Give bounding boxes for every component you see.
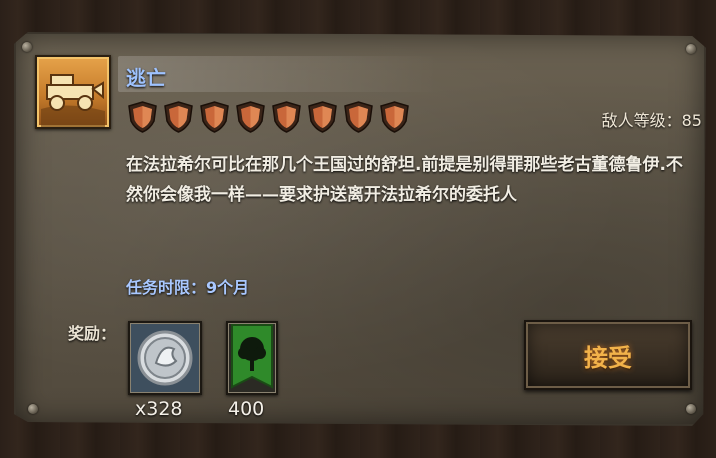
accept-button-label: 接受 (584, 343, 632, 372)
shield-icon (342, 101, 375, 133)
wagon-icon (35, 55, 111, 129)
rewards-label: 奖励： (68, 324, 117, 343)
silver-coin-icon (137, 330, 193, 386)
reward-silver-coin[interactable] (128, 321, 202, 395)
shield-icon (306, 101, 339, 133)
shield-icon (234, 101, 267, 133)
reward-count-banner: 400 (228, 398, 265, 420)
quest-description: 在法拉希尔可比在那几个王国过的舒坦.前提是别得罪那些老古董德鲁伊.不然你会像我一… (126, 155, 683, 205)
rivet-icon (22, 42, 32, 52)
shield-icon (198, 101, 231, 133)
rivet-icon (28, 404, 38, 414)
shield-icon (162, 101, 195, 133)
quest-title: 逃亡 (126, 66, 166, 90)
rivet-icon (686, 404, 696, 414)
reward-banner[interactable] (226, 321, 278, 395)
accept-button[interactable]: 接受 (524, 320, 692, 390)
enemy-level: 敌人等级：85 (601, 111, 702, 130)
tree-banner-icon (231, 324, 273, 389)
reward-count-coin: x328 (135, 398, 183, 420)
shield-icon (378, 101, 411, 133)
difficulty-shields (126, 101, 411, 133)
title-bar (118, 56, 438, 92)
shield-icon (126, 101, 159, 133)
quest-time-limit: 任务时限：9个月 (126, 278, 250, 297)
shield-icon (270, 101, 303, 133)
rivet-icon (686, 44, 696, 54)
